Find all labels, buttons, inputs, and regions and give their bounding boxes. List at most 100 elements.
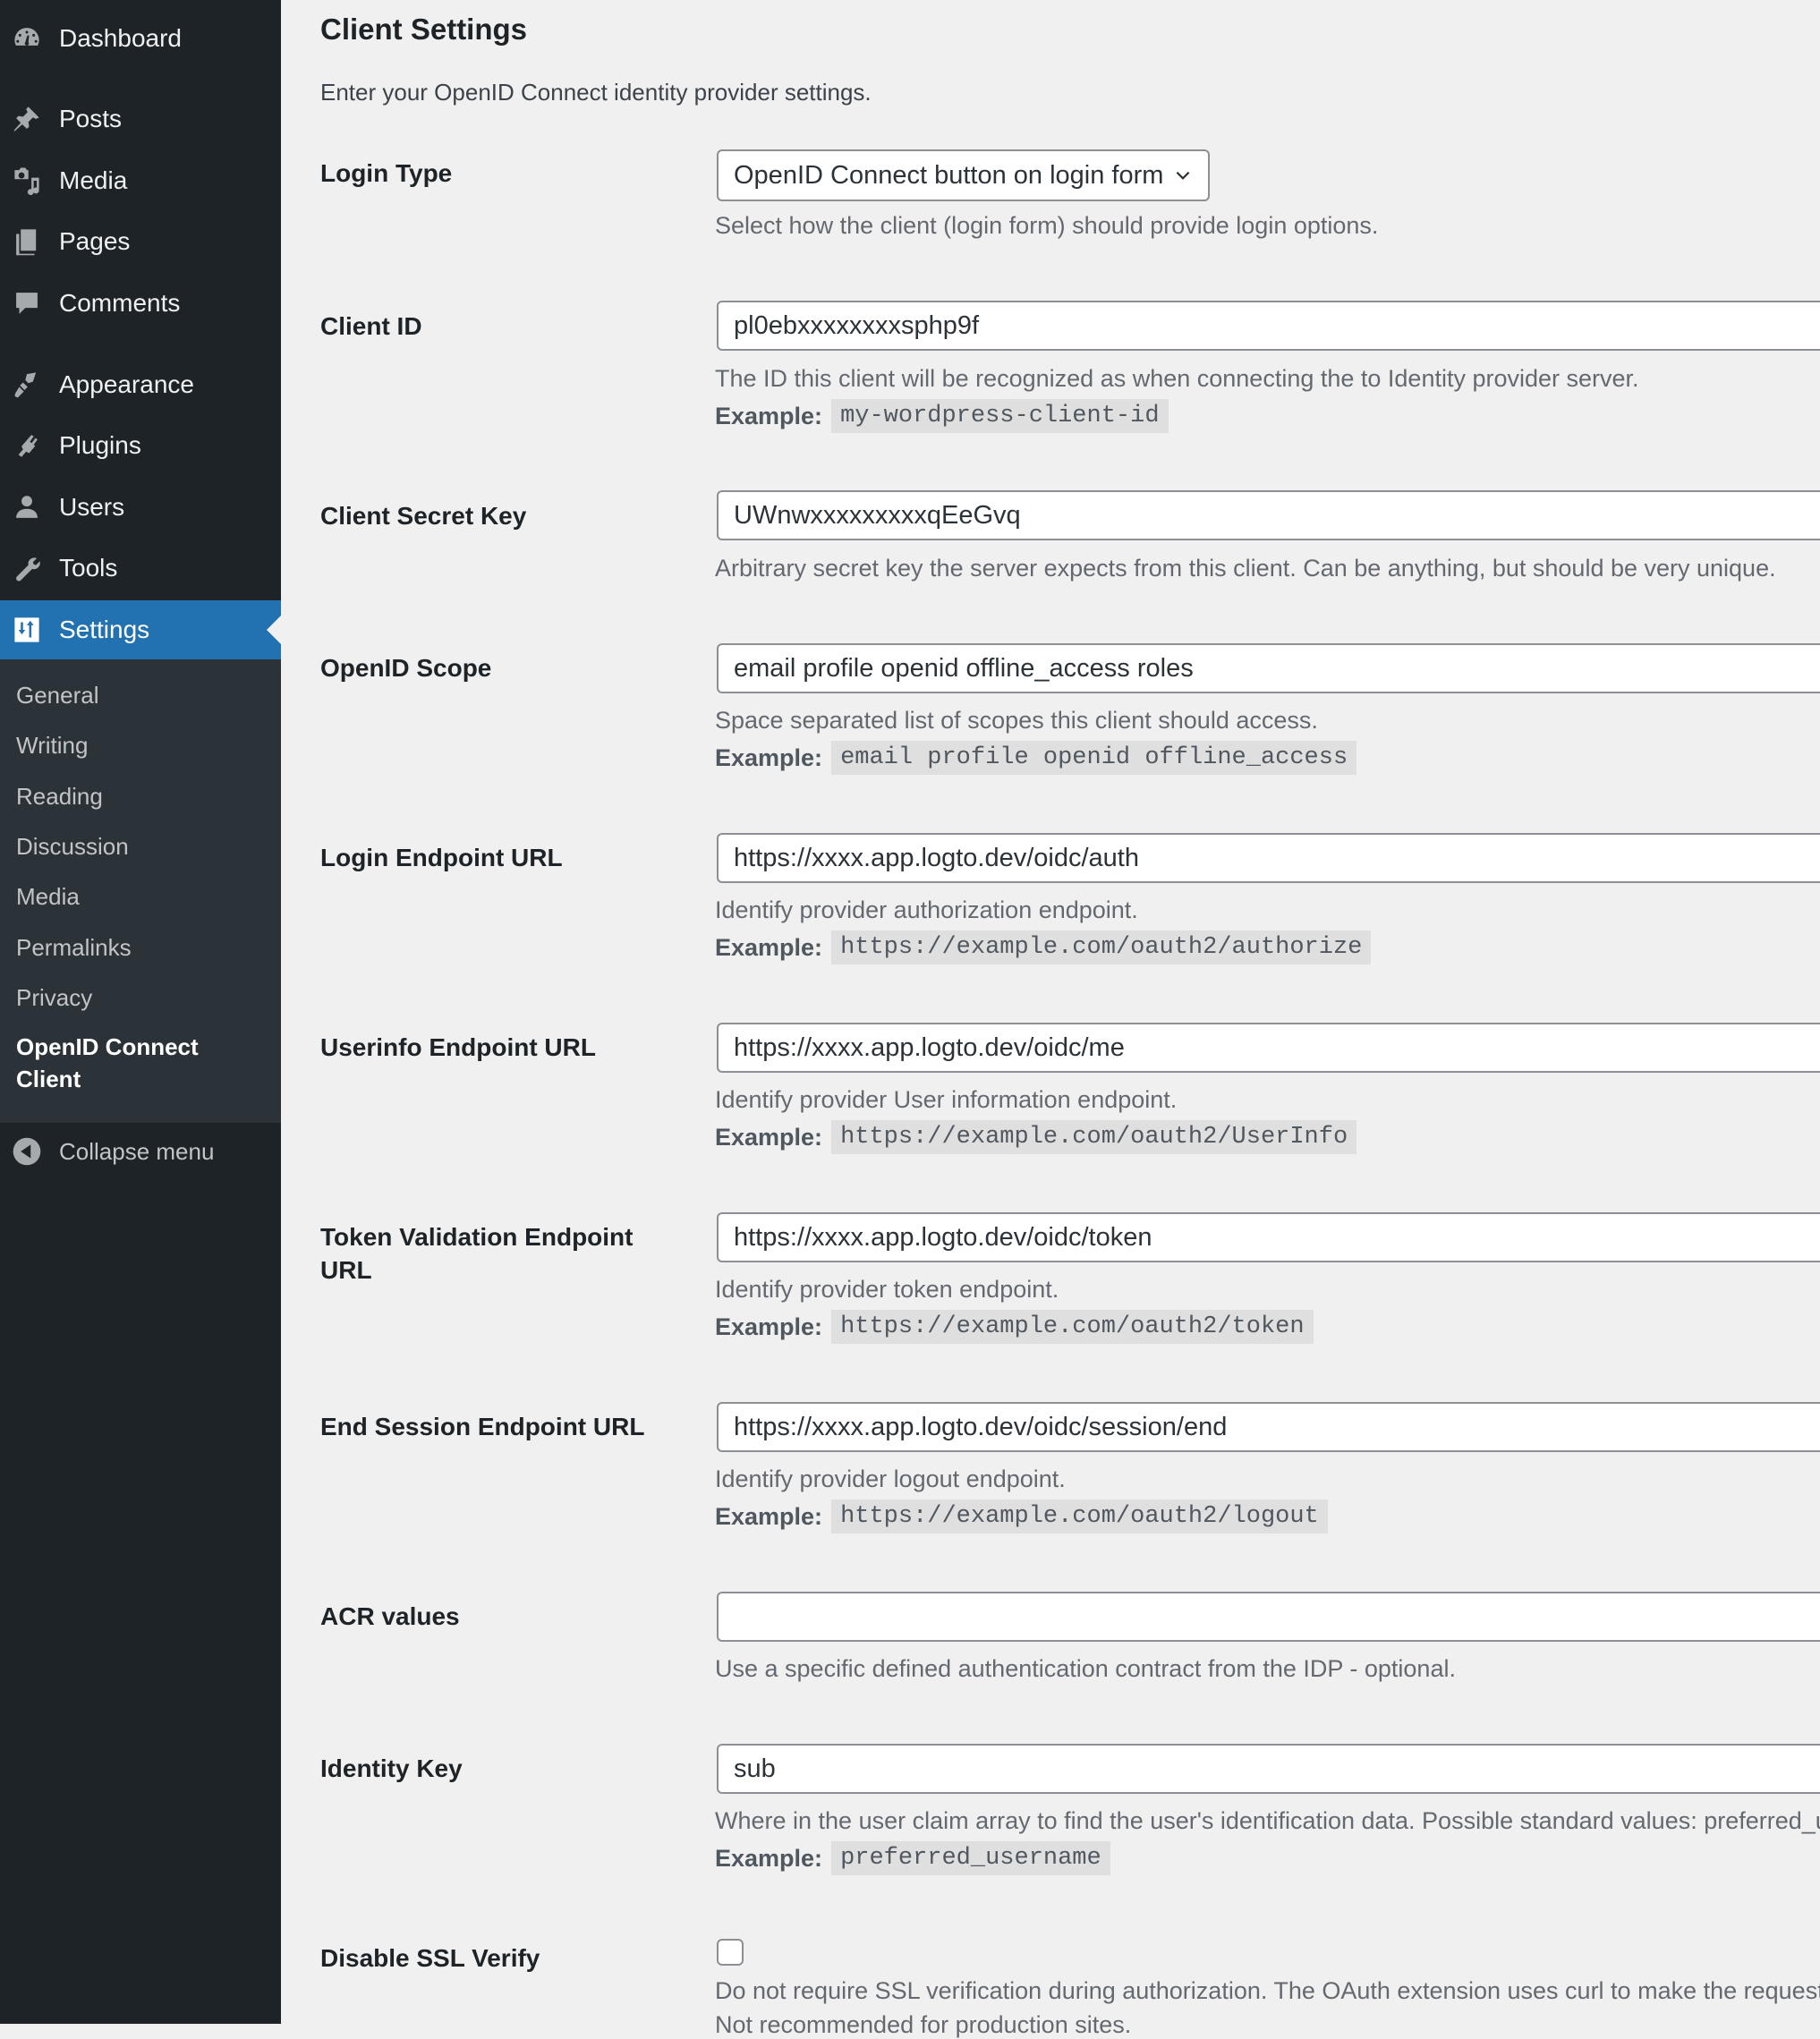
settings-main: Client Settings Enter your OpenID Connec… <box>281 0 1820 2038</box>
openid-scope-help: Space separated list of scopes this clie… <box>715 707 1318 734</box>
login-type-selected-value: OpenID Connect button on login form <box>734 160 1164 190</box>
token-endpoint-label: Token Validation Endpoint URL <box>320 1223 634 1284</box>
token-endpoint-example: Example: https://example.com/oauth2/token <box>715 1310 1314 1344</box>
login-type-select[interactable]: OpenID Connect button on login form <box>717 149 1210 201</box>
token-endpoint-help: Identify provider token endpoint. <box>715 1276 1059 1303</box>
user-icon <box>12 492 42 522</box>
acr-values-help: Use a specific defined authentication co… <box>715 1655 1456 1682</box>
example-code: https://example.com/oauth2/authorize <box>831 930 1372 964</box>
openid-scope-example: Example: email profile openid offline_acc… <box>715 741 1357 775</box>
submenu-item-reading[interactable]: Reading <box>16 783 103 811</box>
example-code: https://example.com/oauth2/logout <box>831 1500 1328 1533</box>
section-description: Enter your OpenID Connect identity provi… <box>320 79 872 106</box>
client-secret-help: Arbitrary secret key the server expects … <box>715 555 1776 582</box>
identity-key-help: Where in the user claim array to find th… <box>715 1807 1820 1834</box>
submenu-item-writing[interactable]: Writing <box>16 732 88 760</box>
openid-scope-label: OpenID Scope <box>320 654 492 682</box>
pushpin-icon <box>12 104 42 134</box>
dashboard-icon <box>12 23 42 54</box>
menu-item-posts[interactable]: Posts <box>0 89 281 149</box>
identity-key-input[interactable] <box>717 1744 1820 1794</box>
menu-label: Settings <box>59 616 150 643</box>
identity-key-example: Example: preferred_username <box>715 1841 1110 1875</box>
example-code: https://example.com/oauth2/UserInfo <box>831 1120 1357 1154</box>
menu-label: Dashboard <box>59 24 182 52</box>
login-endpoint-example: Example: https://example.com/oauth2/autho… <box>715 930 1372 964</box>
login-endpoint-help: Identify provider authorization endpoint… <box>715 896 1138 923</box>
menu-label: Plugins <box>59 431 141 459</box>
menu-label: Posts <box>59 105 123 132</box>
collapse-menu-label: Collapse menu <box>59 1137 215 1165</box>
client-id-example: Example: my-wordpress-client-id <box>715 399 1169 433</box>
client-secret-label: Client Secret Key <box>320 502 527 530</box>
acr-values-label: ACR values <box>320 1602 460 1630</box>
submenu-item-discussion[interactable]: Discussion <box>16 833 129 861</box>
wrench-icon <box>12 553 42 583</box>
end-session-endpoint-input[interactable] <box>717 1402 1820 1452</box>
submenu-item-media[interactable]: Media <box>16 883 80 911</box>
menu-item-appearance[interactable]: Appearance <box>0 355 281 414</box>
submenu-item-openid-connect-client[interactable]: OpenID Connect Client <box>16 1031 249 1095</box>
menu-label: Media <box>59 166 128 194</box>
example-label: Example: <box>715 1844 823 1872</box>
client-id-input[interactable] <box>717 301 1820 351</box>
settings-submenu: General Writing Reading Discussion Media… <box>0 659 281 1123</box>
example-label: Example: <box>715 933 823 961</box>
collapse-arrow-icon <box>12 1136 42 1167</box>
example-label: Example: <box>715 743 823 771</box>
collapse-menu-button[interactable]: Collapse menu <box>0 1123 281 1180</box>
token-endpoint-input[interactable] <box>717 1212 1820 1262</box>
menu-item-comments[interactable]: Comments <box>0 274 281 333</box>
example-code: email profile openid offline_access <box>831 741 1357 775</box>
menu-item-dashboard[interactable]: Dashboard <box>0 9 281 68</box>
example-label: Example: <box>715 1313 823 1340</box>
userinfo-endpoint-help: Identify provider User information endpo… <box>715 1086 1178 1113</box>
submenu-item-permalinks[interactable]: Permalinks <box>16 934 132 962</box>
pages-icon <box>12 226 42 257</box>
paintbrush-icon <box>12 370 42 400</box>
disable-ssl-verify-checkbox[interactable] <box>717 1939 744 1966</box>
section-title: Client Settings <box>320 13 528 46</box>
menu-label: Appearance <box>59 370 195 398</box>
example-label: Example: <box>715 1502 823 1530</box>
current-menu-arrow <box>267 616 281 644</box>
login-endpoint-label: Login Endpoint URL <box>320 844 563 871</box>
client-secret-input[interactable] <box>717 490 1820 540</box>
end-session-endpoint-help: Identify provider logout endpoint. <box>715 1466 1066 1492</box>
client-id-help: The ID this client will be recognized as… <box>715 365 1639 392</box>
menu-item-plugins[interactable]: Plugins <box>0 416 281 475</box>
submenu-item-general[interactable]: General <box>16 682 99 709</box>
login-endpoint-input[interactable] <box>717 833 1820 883</box>
openid-scope-input[interactable] <box>717 643 1820 693</box>
identity-key-label: Identity Key <box>320 1754 463 1782</box>
submenu-item-privacy[interactable]: Privacy <box>16 984 92 1012</box>
comment-icon <box>12 288 42 319</box>
disable-ssl-verify-label: Disable SSL Verify <box>320 1944 540 1972</box>
menu-item-settings[interactable]: Settings <box>0 600 281 659</box>
end-session-endpoint-example: Example: https://example.com/oauth2/logou… <box>715 1500 1328 1533</box>
userinfo-endpoint-example: Example: https://example.com/oauth2/UserI… <box>715 1120 1357 1154</box>
example-code: my-wordpress-client-id <box>831 399 1169 433</box>
userinfo-endpoint-label: Userinfo Endpoint URL <box>320 1033 596 1061</box>
menu-label: Users <box>59 493 125 521</box>
menu-label: Comments <box>59 289 181 317</box>
settings-icon <box>12 615 42 645</box>
client-id-label: Client ID <box>320 312 422 340</box>
menu-item-pages[interactable]: Pages <box>0 212 281 271</box>
media-icon <box>12 166 42 196</box>
menu-label: Pages <box>59 227 131 255</box>
example-code: https://example.com/oauth2/token <box>831 1310 1314 1344</box>
login-type-label: Login Type <box>320 159 453 187</box>
example-label: Example: <box>715 402 823 429</box>
menu-item-tools[interactable]: Tools <box>0 539 281 598</box>
userinfo-endpoint-input[interactable] <box>717 1023 1820 1073</box>
menu-item-users[interactable]: Users <box>0 478 281 537</box>
disable-ssl-verify-note: Not recommended for production sites. <box>715 2011 1132 2038</box>
acr-values-input[interactable] <box>717 1592 1820 1642</box>
menu-item-media[interactable]: Media <box>0 151 281 210</box>
example-label: Example: <box>715 1123 823 1151</box>
chevron-down-icon <box>1176 171 1190 180</box>
plugin-icon <box>12 430 42 461</box>
menu-label: Tools <box>59 554 118 582</box>
admin-sidebar: Dashboard Posts Media Pages Comments App… <box>0 0 281 2024</box>
